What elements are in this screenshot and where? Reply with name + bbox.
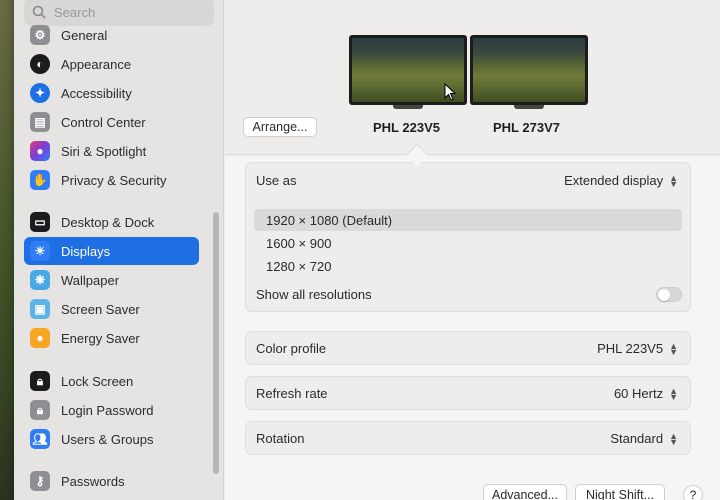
sidebar-item-accessibility[interactable]: ✦ Accessibility	[24, 79, 199, 107]
sidebar-item-wallpaper[interactable]: ❋ Wallpaper	[24, 266, 199, 294]
lock-icon: 🔒︎	[30, 400, 50, 420]
pointer-cursor-icon	[444, 83, 456, 101]
sidebar-item-label: Energy Saver	[61, 330, 140, 346]
sidebar-item-label: Control Center	[61, 114, 146, 130]
screen-saver-icon: ▣	[30, 299, 50, 319]
refresh-rate-group: Refresh rate 60 Hertz ▲ ▼	[245, 376, 691, 410]
monitor-stand	[393, 105, 423, 109]
sidebar-item-appearance[interactable]: ◐ Appearance	[24, 50, 199, 78]
resolution-option-1280[interactable]: 1280 × 720	[254, 255, 682, 277]
show-all-resolutions-toggle[interactable]	[656, 287, 682, 302]
sidebar-scrollbar[interactable]	[213, 212, 219, 474]
sidebar-item-label: Lock Screen	[61, 373, 134, 389]
accessibility-icon: ✦	[30, 83, 50, 103]
show-all-resolutions-label: Show all resolutions	[256, 287, 372, 302]
settings-window: Search ⚙ General ◐ Appearance ✦ Accessib…	[14, 0, 720, 500]
lock-icon: 🔒︎	[30, 371, 50, 391]
sidebar-item-label: Wallpaper	[61, 272, 120, 288]
updown-chevron-icon: ▲ ▼	[669, 385, 678, 402]
wallpaper-icon: ❋	[30, 270, 50, 290]
sidebar-item-label: General	[61, 27, 108, 43]
sidebar-item-label: Users & Groups	[61, 431, 154, 447]
sidebar-item-general[interactable]: ⚙ General	[24, 21, 199, 49]
help-button[interactable]: ?	[683, 485, 703, 500]
search-placeholder: Search	[54, 4, 96, 20]
key-icon: ⚷	[30, 471, 50, 491]
display-settings: Use as Extended display ▲ ▼ 1920 × 1080 (…	[225, 156, 720, 500]
sidebar-item-label: Screen Saver	[61, 301, 140, 317]
rotation-group: Rotation Standard ▲ ▼	[245, 421, 691, 455]
toggle-knob	[658, 289, 670, 301]
night-shift-button[interactable]: Night Shift...	[575, 484, 665, 500]
arrange-button[interactable]: Arrange...	[243, 117, 317, 137]
monitor-wallpaper	[473, 38, 585, 102]
use-as-value: Extended display	[564, 173, 664, 188]
color-profile-select[interactable]: PHL 223V5 ▲ ▼	[597, 341, 678, 356]
sidebar-item-label: Appearance	[61, 56, 132, 72]
sidebar-item-displays[interactable]: ☀ Displays	[24, 237, 199, 265]
display-arrangement: Arrange... PHL 223V5 PHL 273V7	[225, 0, 720, 155]
rotation-value: Standard	[610, 431, 664, 446]
sidebar-item-siri-spotlight[interactable]: ● Siri & Spotlight	[24, 137, 199, 165]
search-icon	[32, 5, 46, 19]
sidebar-item-passwords[interactable]: ⚷ Passwords	[24, 467, 199, 495]
monitor-stand	[514, 105, 544, 109]
monitor-label-phl-223v5[interactable]: PHL 223V5	[373, 120, 440, 135]
sidebar-item-desktop-dock[interactable]: ▭ Desktop & Dock	[24, 208, 199, 236]
sidebar: Search ⚙ General ◐ Appearance ✦ Accessib…	[14, 0, 224, 500]
sidebar-item-login-password[interactable]: 🔒︎ Login Password	[24, 396, 199, 424]
sun-icon: ☀	[30, 241, 50, 261]
sidebar-item-label: Privacy & Security	[61, 172, 167, 188]
users-icon: 👥︎	[30, 429, 50, 449]
refresh-rate-value: 60 Hertz	[613, 386, 664, 401]
resolution-option-1600[interactable]: 1600 × 900	[254, 232, 682, 254]
rotation-select[interactable]: Standard ▲ ▼	[610, 431, 678, 446]
use-as-select[interactable]: Extended display ▲ ▼	[564, 173, 678, 188]
sidebar-item-control-center[interactable]: ▤ Control Center	[24, 108, 199, 136]
bulb-icon: ●	[30, 328, 50, 348]
sidebar-item-screen-saver[interactable]: ▣ Screen Saver	[24, 295, 199, 323]
updown-chevron-icon: ▲ ▼	[669, 172, 678, 189]
main-panel: Arrange... PHL 223V5 PHL 273V7 Use as Ex…	[225, 0, 720, 500]
color-profile-value: PHL 223V5	[597, 341, 664, 356]
use-as-group: Use as Extended display ▲ ▼ 1920 × 1080 (…	[245, 162, 691, 312]
sidebar-item-label: Siri & Spotlight	[61, 143, 147, 159]
appearance-icon: ◐	[30, 54, 50, 74]
sidebar-item-energy-saver[interactable]: ● Energy Saver	[24, 324, 199, 352]
sidebar-item-label: Login Password	[61, 402, 154, 418]
monitor-phl-273v7[interactable]	[470, 35, 588, 109]
sidebar-item-label: Passwords	[61, 473, 125, 489]
sidebar-item-label: Accessibility	[61, 85, 132, 101]
hand-icon: ✋	[30, 170, 50, 190]
dock-icon: ▭	[30, 212, 50, 232]
monitor-phl-223v5[interactable]	[349, 35, 467, 109]
sidebar-item-lock-screen[interactable]: 🔒︎ Lock Screen	[24, 367, 199, 395]
control-center-icon: ▤	[30, 112, 50, 132]
sidebar-item-label: Displays	[61, 243, 111, 259]
monitor-label-phl-273v7[interactable]: PHL 273V7	[493, 120, 560, 135]
refresh-rate-label: Refresh rate	[256, 386, 328, 401]
siri-icon: ●	[30, 141, 50, 161]
color-profile-group: Color profile PHL 223V5 ▲ ▼	[245, 331, 691, 365]
updown-chevron-icon: ▲ ▼	[669, 430, 678, 447]
rotation-label: Rotation	[256, 431, 305, 446]
use-as-label: Use as	[256, 173, 297, 188]
color-profile-label: Color profile	[256, 341, 327, 356]
sidebar-item-privacy-security[interactable]: ✋ Privacy & Security	[24, 166, 199, 194]
sidebar-item-users-groups[interactable]: 👥︎ Users & Groups	[24, 425, 199, 453]
sidebar-item-label: Desktop & Dock	[61, 214, 155, 230]
refresh-rate-select[interactable]: 60 Hertz ▲ ▼	[614, 386, 678, 401]
updown-chevron-icon: ▲ ▼	[669, 340, 678, 357]
resolution-option-1920[interactable]: 1920 × 1080 (Default)	[254, 209, 682, 231]
gear-icon: ⚙	[30, 25, 50, 45]
advanced-button[interactable]: Advanced...	[483, 484, 567, 500]
